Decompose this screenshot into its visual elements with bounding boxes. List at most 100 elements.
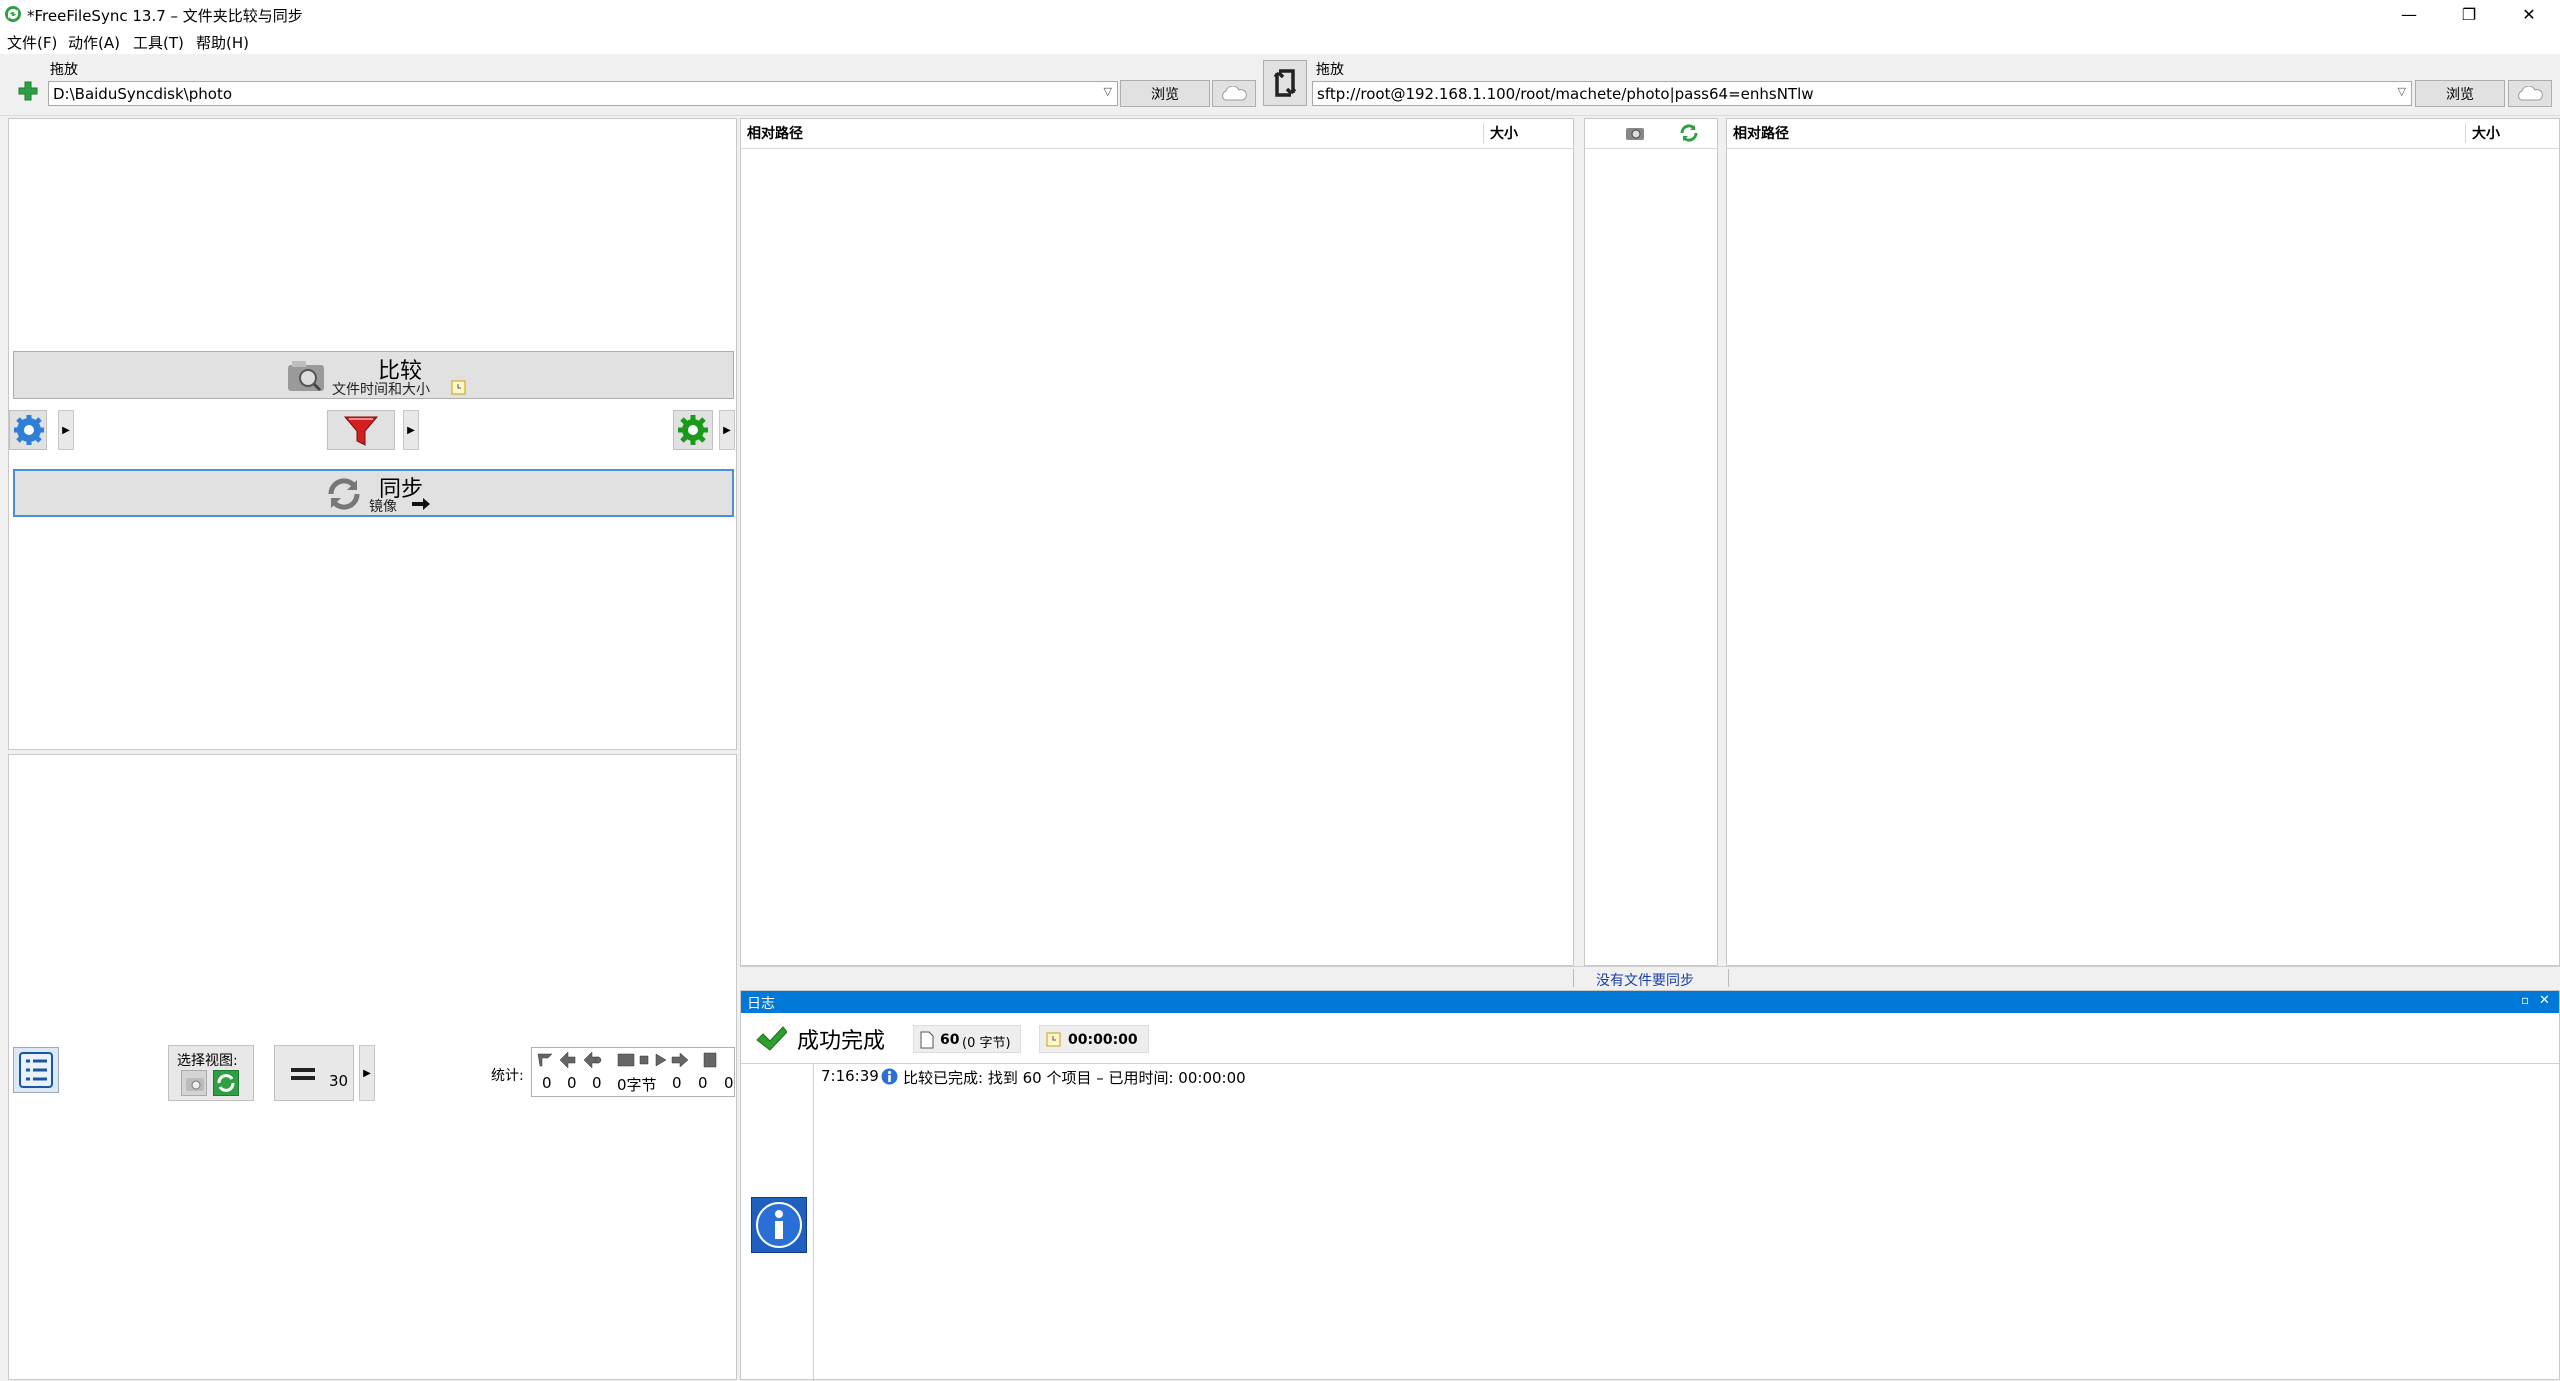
right-browse-label: 浏览	[2446, 86, 2474, 103]
compare-button[interactable]: 比较 文件时间和大小	[13, 351, 734, 399]
log-divider	[741, 1063, 2559, 1064]
compare-subtitle: 文件时间和大小	[332, 382, 430, 398]
info-small-icon	[881, 1068, 898, 1085]
status-message: 没有文件要同步	[1596, 973, 1694, 989]
filter-button[interactable]	[327, 410, 395, 450]
middle-grid-header	[1585, 119, 1717, 149]
sync-button[interactable]: 同步 镜像	[13, 469, 734, 517]
log-title: 日志	[747, 996, 775, 1012]
elapsed-time-badge: 00:00:00	[1039, 1025, 1149, 1053]
triangle-right-icon: ▶	[62, 424, 70, 436]
menu-tools[interactable]: 工具(T)	[133, 32, 184, 53]
view-sync-toggle[interactable]	[213, 1070, 239, 1096]
status-divider	[1728, 969, 1729, 987]
stat-update-right: 0	[698, 1074, 708, 1092]
folder-bar: 拖放 D:\BaiduSyncdisk\photo ▽ 浏览 拖放 sftp:/…	[0, 54, 2560, 116]
right-file-grid[interactable]: 相对路径 大小	[1726, 118, 2560, 966]
triangle-right-icon: ▶	[363, 1067, 371, 1079]
right-col-relative-path[interactable]: 相对路径	[1733, 123, 1789, 143]
stat-create-left: 0	[542, 1074, 552, 1092]
left-folder-path: D:\BaiduSyncdisk\photo	[53, 85, 232, 103]
swap-sides-button[interactable]	[1263, 60, 1307, 106]
title-bar: *FreeFileSync 13.7 – 文件夹比较与同步 — ❐ ✕	[0, 0, 2560, 28]
left-col-size[interactable]: 大小	[1483, 123, 1518, 143]
sync-action-icon[interactable]	[1679, 124, 1699, 142]
log-panel: 日志 ▫ ✕ 成功完成 60 (0 字节) 00:00:00 7:16:39 比…	[740, 990, 2560, 1381]
chevron-down-icon[interactable]: ▽	[1104, 85, 1112, 98]
left-browse-label: 浏览	[1151, 86, 1179, 103]
menu-file[interactable]: 文件(F)	[7, 32, 57, 53]
compare-view-icon	[186, 1078, 204, 1091]
stat-delete-right: 0	[672, 1074, 682, 1092]
log-toggle-button[interactable]	[13, 1047, 59, 1093]
chevron-down-icon[interactable]: ▽	[2398, 85, 2406, 98]
left-grid-header: 相对路径 大小	[741, 119, 1573, 149]
stat-update-left: 0	[567, 1074, 577, 1092]
right-cloud-button[interactable]	[2508, 80, 2552, 107]
equal-count: 30	[329, 1072, 349, 1090]
middle-grid[interactable]	[1584, 118, 1718, 966]
menu-help[interactable]: 帮助(H)	[196, 32, 249, 53]
left-col-relative-path[interactable]: 相对路径	[747, 123, 803, 143]
green-gear-icon	[678, 415, 708, 445]
log-entry-text: 比较已完成: 找到 60 个项目 – 已用时间: 00:00:00	[903, 1069, 1246, 1087]
left-folder-input[interactable]: D:\BaiduSyncdisk\photo ▽	[48, 81, 1118, 106]
menu-bar: 文件(F) 动作(A) 工具(T) 帮助(H)	[0, 28, 2560, 54]
right-folder-input[interactable]: sftp://root@192.168.1.100/root/machete/p…	[1312, 81, 2412, 106]
status-divider	[1573, 969, 1574, 987]
compare-settings-dropdown[interactable]: ▶	[58, 410, 74, 450]
file-icon	[920, 1031, 934, 1049]
freefilesync-logo-icon	[4, 5, 22, 23]
log-gutter-divider	[813, 1063, 814, 1381]
add-folder-pair-button[interactable]	[18, 81, 38, 101]
window-title: *FreeFileSync 13.7 – 文件夹比较与同步	[27, 7, 303, 25]
left-file-grid[interactable]: 相对路径 大小	[740, 118, 1574, 966]
elapsed-time: 00:00:00	[1068, 1032, 1138, 1048]
menu-actions[interactable]: 动作(A)	[68, 32, 120, 53]
view-selector: 选择视图:	[168, 1045, 254, 1101]
filter-dropdown[interactable]: ▶	[403, 410, 419, 450]
minimize-button[interactable]: —	[2380, 0, 2438, 28]
overview-panel: 选择视图: 30 ▶ 统计: 0 0 0 0字节 0 0 0	[8, 754, 737, 1380]
view-dropdown[interactable]: ▶	[359, 1045, 375, 1101]
close-button[interactable]: ✕	[2500, 0, 2558, 28]
info-filter-button[interactable]	[751, 1197, 807, 1253]
log-maximize-button[interactable]: ▫	[2521, 993, 2529, 1007]
files-count: 60	[940, 1032, 960, 1048]
stats-label: 统计:	[491, 1068, 524, 1084]
arrow-right-icon	[411, 497, 431, 511]
right-folder-path: sftp://root@192.168.1.100/root/machete/p…	[1317, 85, 1814, 103]
left-browse-button[interactable]: 浏览	[1120, 80, 1210, 107]
restore-button[interactable]: ❐	[2440, 0, 2498, 28]
compare-category-icon[interactable]	[1625, 124, 1645, 142]
sync-view-icon	[217, 1074, 235, 1092]
blue-gear-icon	[14, 415, 44, 445]
right-drop-label: 拖放	[1316, 62, 1344, 78]
right-grid-header: 相对路径 大小	[1727, 119, 2559, 149]
status-bar: 没有文件要同步	[740, 966, 2560, 990]
left-drop-label: 拖放	[50, 62, 78, 78]
left-cloud-button[interactable]	[1212, 80, 1256, 107]
view-selector-label: 选择视图:	[177, 1053, 238, 1069]
files-processed-badge: 60 (0 字节)	[913, 1025, 1021, 1053]
triangle-right-icon: ▶	[723, 424, 731, 436]
sync-subtitle: 镜像	[369, 499, 397, 515]
right-browse-button[interactable]: 浏览	[2415, 80, 2505, 107]
clock-icon	[450, 378, 468, 396]
right-col-size[interactable]: 大小	[2465, 123, 2500, 143]
log-close-button[interactable]: ✕	[2539, 993, 2550, 1008]
view-compare-toggle[interactable]	[181, 1070, 207, 1096]
control-panel: 比较 文件时间和大小 ▶ ▶ ▶ 同步 镜像	[8, 118, 737, 750]
compare-icon	[286, 359, 326, 393]
stat-bytes: 0字节	[617, 1076, 657, 1094]
equal-files-toggle[interactable]: 30	[274, 1045, 354, 1101]
filter-funnel-icon	[343, 416, 379, 446]
compare-settings-button[interactable]	[9, 410, 47, 450]
sync-settings-button[interactable]	[673, 410, 713, 450]
cloud-icon	[1222, 85, 1247, 100]
sync-icon	[325, 476, 363, 512]
plus-icon	[18, 81, 38, 101]
sync-settings-dropdown[interactable]: ▶	[719, 410, 735, 450]
log-entry-time: 7:16:39	[821, 1067, 879, 1085]
stat-create-right: 0	[724, 1074, 734, 1092]
